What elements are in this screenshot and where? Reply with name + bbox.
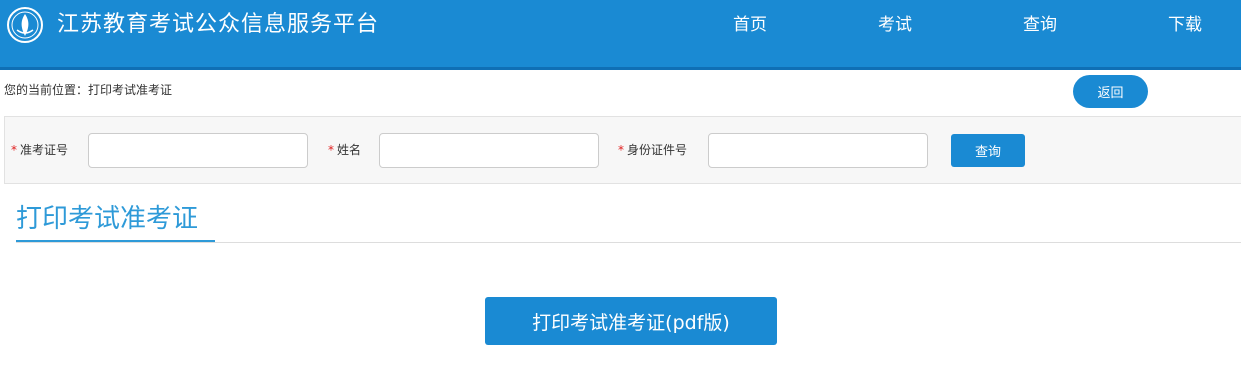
required-mark: *: [618, 143, 624, 157]
section-title: 打印考试准考证: [16, 204, 199, 234]
admission-number-label: * 准考证号: [11, 142, 68, 158]
id-number-label: * 身份证件号: [618, 142, 687, 158]
nav-download[interactable]: 下载: [1168, 13, 1202, 37]
education-exam-seal-icon[interactable]: [6, 6, 44, 44]
name-label-text: 姓名: [337, 143, 362, 157]
print-admission-ticket-pdf-button[interactable]: 打印考试准考证(pdf版): [485, 297, 777, 345]
admission-number-input[interactable]: [88, 133, 308, 168]
admission-number-label-text: 准考证号: [20, 143, 69, 157]
section-title-underline: [16, 240, 215, 242]
name-input[interactable]: [379, 133, 599, 168]
id-number-label-text: 身份证件号: [627, 143, 688, 157]
back-button[interactable]: 返回: [1073, 75, 1148, 108]
required-mark: *: [11, 143, 17, 157]
top-header-bar: 江苏教育考试公众信息服务平台 首页 考试 查询 下载: [0, 0, 1241, 67]
id-number-input[interactable]: [708, 133, 928, 168]
nav-query[interactable]: 查询: [1023, 13, 1057, 37]
nav-home[interactable]: 首页: [733, 13, 767, 37]
header-bottom-border: [0, 67, 1241, 70]
required-mark: *: [328, 143, 334, 157]
name-label: * 姓名: [328, 142, 361, 158]
breadcrumb: 您的当前位置：打印考试准考证: [4, 83, 173, 97]
site-title[interactable]: 江苏教育考试公众信息服务平台: [57, 10, 379, 40]
section-divider: [16, 242, 1241, 243]
nav-exams[interactable]: 考试: [878, 13, 912, 37]
query-button[interactable]: 查询: [951, 134, 1025, 167]
